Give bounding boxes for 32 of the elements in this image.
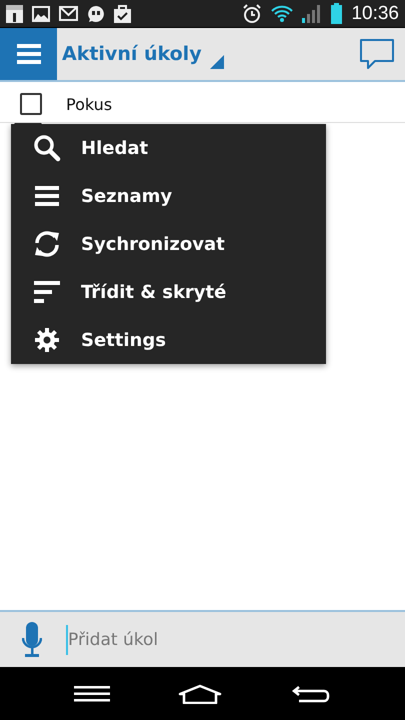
- chat-icon: [87, 4, 105, 22]
- back-icon[interactable]: [290, 684, 331, 704]
- menu-icon: [16, 44, 40, 64]
- list-icon: [35, 185, 59, 207]
- mail-icon: [59, 6, 78, 21]
- checkbox[interactable]: [20, 93, 42, 115]
- clock-time: 10:36: [351, 2, 399, 24]
- battery-icon: [331, 3, 342, 24]
- image-icon: [32, 6, 50, 22]
- search-icon: [33, 134, 61, 162]
- add-task-field[interactable]: Přidat úkol: [66, 624, 405, 654]
- list-title[interactable]: Aktivní úkoly: [62, 43, 202, 65]
- add-task-bar[interactable]: Přidat úkol: [0, 610, 405, 667]
- chat-icon[interactable]: [359, 38, 395, 70]
- sync-icon: [32, 230, 62, 258]
- calendar-icon: [6, 4, 23, 22]
- menu-item[interactable]: Seznamy: [11, 172, 326, 220]
- microphone-icon[interactable]: [22, 622, 42, 658]
- menu-item[interactable]: Hledat: [11, 124, 326, 172]
- task-title: Pokus: [66, 94, 112, 114]
- menu-item[interactable]: Třídit & skryté: [11, 268, 326, 316]
- alarm-icon: [242, 4, 262, 24]
- menu-item[interactable]: Sychronizovat: [11, 220, 326, 268]
- menu-button[interactable]: [0, 28, 57, 80]
- signal-icon: [302, 4, 322, 22]
- sort-icon: [34, 280, 60, 304]
- menu-item[interactable]: Settings: [11, 316, 326, 364]
- wifi-icon: [271, 5, 294, 22]
- home-icon[interactable]: [178, 684, 222, 704]
- dropdown-icon[interactable]: [210, 55, 224, 69]
- bag-icon: [114, 4, 131, 22]
- menu-icon[interactable]: [74, 686, 110, 702]
